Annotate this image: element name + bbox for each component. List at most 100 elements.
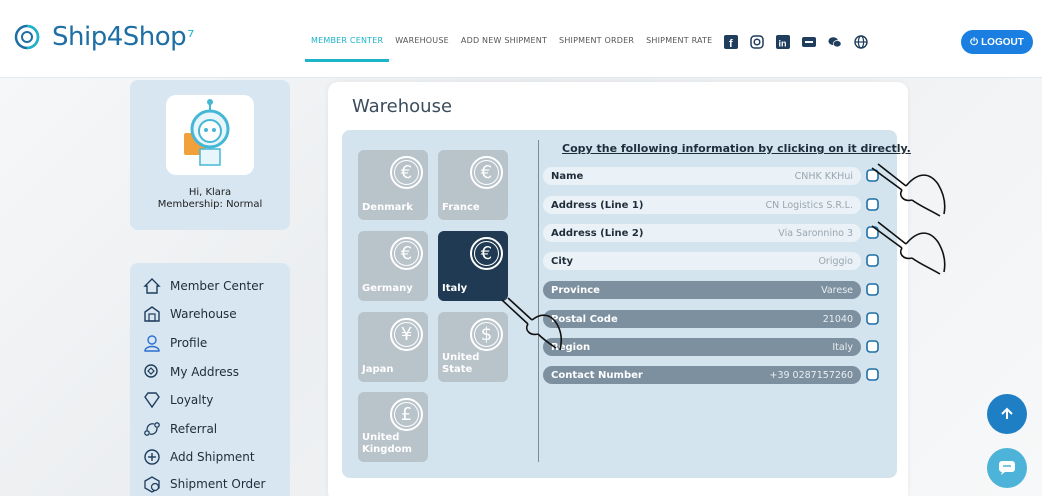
sidebar-item-label: Referral	[170, 422, 218, 436]
field-name[interactable]: Name CNHK KKHui	[543, 167, 861, 185]
sidebar-item-label: Warehouse	[170, 307, 237, 321]
field-value: CNHK KKHui	[794, 170, 853, 182]
referral-icon	[142, 419, 162, 439]
copy-instruction: Copy the following information by clicki…	[562, 142, 911, 155]
avatar[interactable]	[166, 95, 254, 175]
main-nav: MEMBER CENTER WAREHOUSE ADD NEW SHIPMENT…	[305, 36, 718, 62]
sidebar-item-profile[interactable]: Profile	[142, 332, 207, 354]
brand-logo[interactable]: Ship4Shop ⁷	[14, 22, 194, 52]
wechat-icon[interactable]	[828, 35, 842, 49]
sidebar-item-add-shipment[interactable]: Add Shipment	[142, 446, 255, 468]
country-name: France	[442, 202, 480, 213]
country-name: United Kingdom	[362, 432, 412, 455]
power-icon: ⏻	[970, 36, 979, 48]
address-icon	[142, 362, 162, 382]
pointer-hand-icon	[871, 163, 946, 217]
euro-coin-icon: €	[390, 156, 423, 189]
field-value: 21040	[822, 313, 853, 325]
field-label: Name	[551, 170, 584, 182]
field-region[interactable]: Region Italy	[543, 338, 861, 356]
scroll-top-button[interactable]	[987, 394, 1027, 434]
euro-coin-icon: €	[470, 156, 503, 189]
warehouse-panel: Warehouse € Denmark € France € Germany €…	[328, 82, 911, 496]
yen-coin-icon: ¥	[390, 318, 423, 351]
euro-coin-icon: €	[470, 237, 503, 270]
sidebar-item-label: My Address	[170, 365, 240, 379]
field-address-line-1[interactable]: Address (Line 1) CN Logistics S.R.L.	[543, 196, 861, 214]
field-value: CN Logistics S.R.L.	[765, 199, 853, 211]
sidebar-item-member-center[interactable]: Member Center	[142, 275, 264, 297]
sidebar-item-loyalty[interactable]: Loyalty	[142, 389, 213, 411]
profile-card: Hi, Klara Membership: Normal	[130, 80, 290, 230]
field-label: City	[551, 255, 574, 267]
top-header: Ship4Shop ⁷ MEMBER CENTER WAREHOUSE ADD …	[0, 0, 1042, 78]
field-address-line-2[interactable]: Address (Line 2) Via Saronnino 3	[543, 224, 861, 242]
nav-add-new-shipment[interactable]: ADD NEW SHIPMENT	[455, 36, 553, 62]
field-postal-code[interactable]: Postal Code 21040	[543, 310, 861, 328]
facebook-icon[interactable]: f	[724, 35, 738, 49]
social-links: f in	[724, 35, 868, 49]
country-tile-france[interactable]: € France	[438, 150, 508, 220]
chat-button[interactable]	[987, 448, 1027, 488]
pound-coin-icon: £	[390, 398, 423, 431]
instagram-icon[interactable]	[750, 35, 764, 49]
sidebar-item-warehouse[interactable]: Warehouse	[142, 303, 237, 325]
sidebar-item-label: Add Shipment	[170, 450, 255, 464]
country-name: Denmark	[362, 202, 413, 213]
country-tile-italy[interactable]: € Italy	[438, 231, 508, 301]
nav-shipment-rate[interactable]: SHIPMENT RATE	[640, 36, 718, 62]
membership-text: Membership: Normal	[157, 199, 263, 210]
country-tile-united-kingdom[interactable]: £ United Kingdom	[358, 392, 428, 462]
profile-greeting: Hi, Klara Membership: Normal	[130, 187, 290, 211]
svg-text:f: f	[729, 38, 733, 49]
globe-icon[interactable]	[854, 35, 868, 49]
nav-shipment-order[interactable]: SHIPMENT ORDER	[553, 36, 640, 62]
field-contact-number[interactable]: Contact Number +39 0287157260	[543, 366, 861, 384]
plus-circle-icon	[142, 447, 162, 467]
pointer-hand-icon	[871, 221, 946, 275]
country-tile-japan[interactable]: ¥ Japan	[358, 312, 428, 382]
country-name: Italy	[442, 283, 468, 294]
nav-warehouse[interactable]: WAREHOUSE	[389, 36, 455, 62]
copy-icon[interactable]	[866, 368, 880, 382]
copy-icon[interactable]	[866, 283, 880, 297]
arrow-up-icon	[1001, 407, 1013, 419]
robot-avatar-icon	[184, 99, 230, 166]
logout-button[interactable]: ⏻ LOGOUT	[961, 30, 1033, 54]
svg-text:in: in	[779, 39, 787, 49]
field-label: Address (Line 2)	[551, 227, 644, 239]
sidebar-item-label: Loyalty	[170, 393, 214, 407]
field-label: Address (Line 1)	[551, 199, 644, 211]
warehouse-content: € Denmark € France € Germany € Italy ¥ J…	[342, 130, 911, 478]
field-value: +39 0287157260	[769, 369, 853, 381]
nav-member-center[interactable]: MEMBER CENTER	[305, 36, 390, 62]
sidebar-item-referral[interactable]: Referral	[142, 418, 217, 440]
field-province[interactable]: Province Varese	[543, 281, 861, 299]
euro-coin-icon: €	[390, 237, 423, 270]
country-tile-denmark[interactable]: € Denmark	[358, 150, 428, 220]
copy-icon[interactable]	[866, 312, 880, 326]
sidebar-item-label: Member Center	[170, 279, 264, 293]
field-value: Origgio	[818, 255, 853, 267]
field-label: Province	[551, 284, 600, 296]
box-icon	[142, 474, 162, 494]
field-value: Varese	[821, 284, 853, 296]
brand-mark-icon: ⁷	[187, 26, 194, 48]
sidebar-item-label: Shipment Order	[170, 477, 266, 491]
country-name: Japan	[362, 364, 394, 375]
country-name: Germany	[362, 283, 413, 294]
weibo-icon[interactable]	[802, 35, 816, 49]
field-city[interactable]: City Origgio	[543, 252, 861, 270]
brand-name: Ship4Shop	[52, 22, 187, 52]
linkedin-icon[interactable]: in	[776, 35, 790, 49]
chat-icon	[999, 461, 1015, 475]
sidebar-item-shipment-order[interactable]: Shipment Order	[142, 473, 265, 495]
sidebar-item-my-address[interactable]: My Address	[142, 361, 239, 383]
user-icon	[142, 333, 162, 353]
copy-icon[interactable]	[866, 340, 880, 354]
country-tile-germany[interactable]: € Germany	[358, 231, 428, 301]
pointer-hand-icon	[501, 297, 563, 351]
sidebar-menu: Member Center Warehouse Profile My Addre…	[130, 263, 290, 496]
field-label: Contact Number	[551, 369, 643, 381]
field-value: Via Saronnino 3	[778, 227, 853, 239]
